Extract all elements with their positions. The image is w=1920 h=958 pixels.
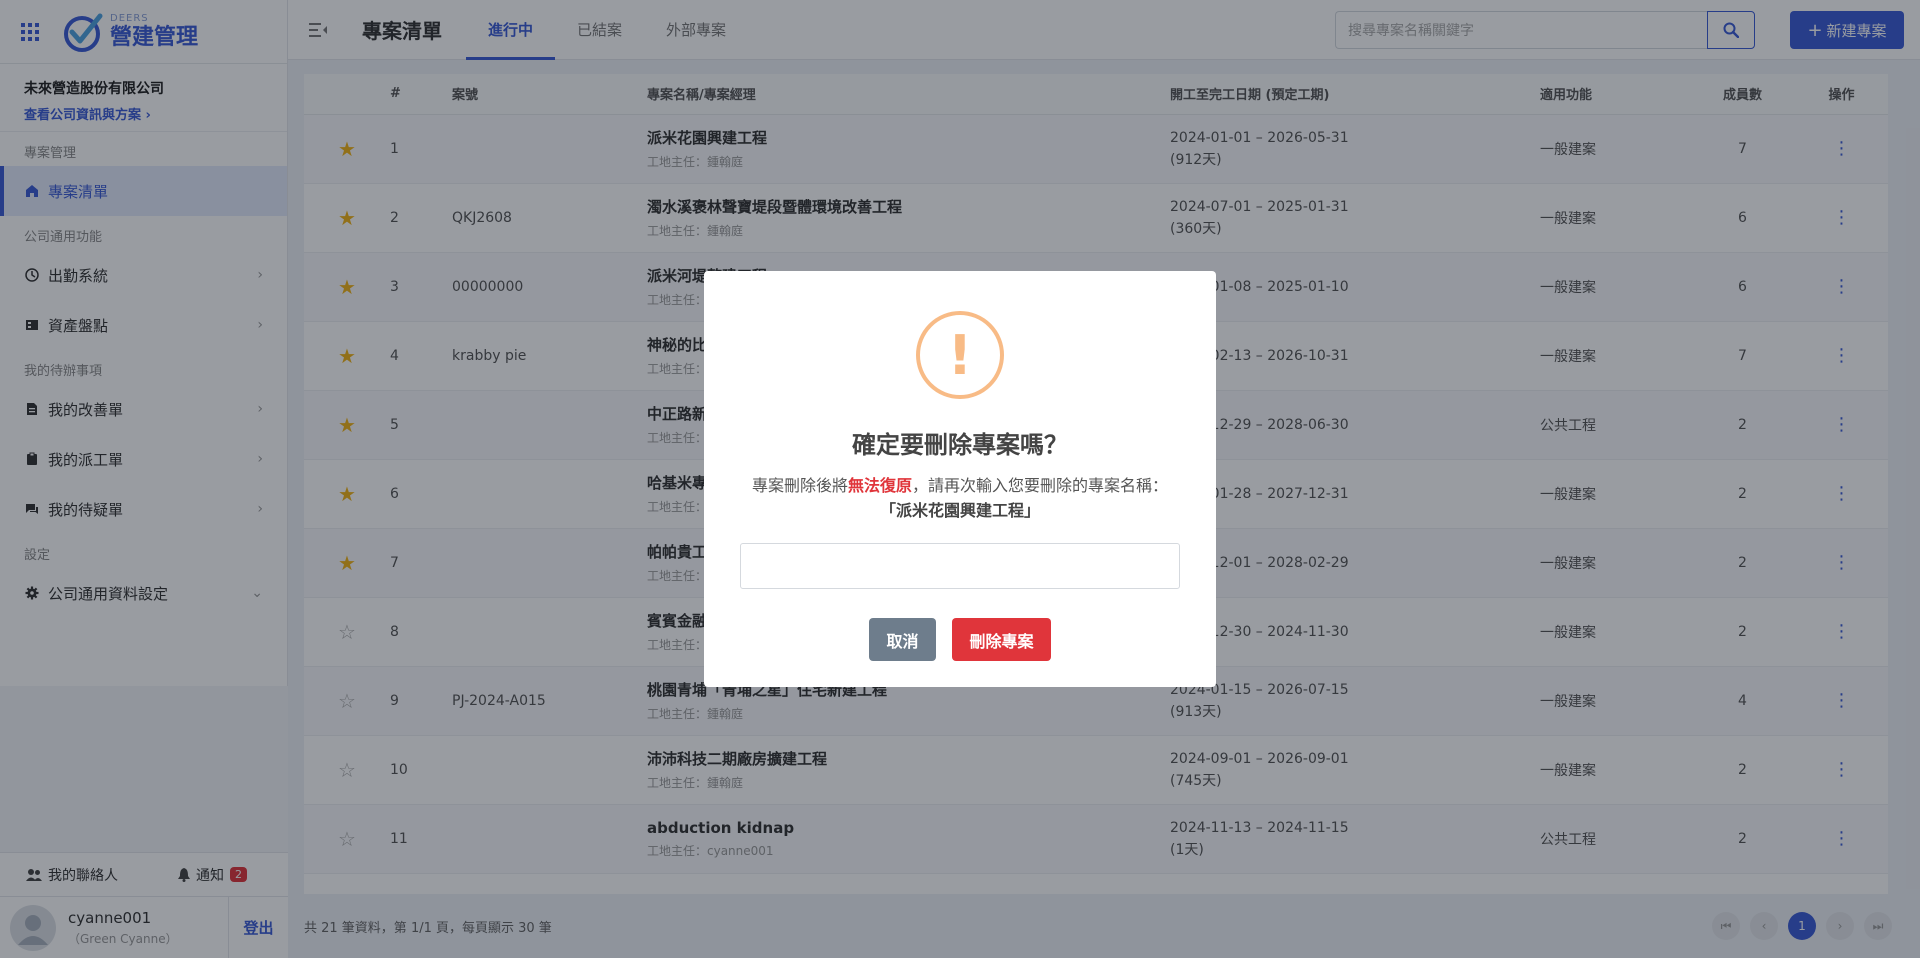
cancel-button[interactable]: 取消 [869, 618, 936, 661]
dialog-project-name: 「派米花園興建工程」 [879, 501, 1040, 520]
delete-project-button[interactable]: 刪除專案 [952, 618, 1051, 661]
dialog-message: 專案刪除後將無法復原，請再次輸入您要刪除的專案名稱： 「派米花園興建工程」 [724, 473, 1196, 523]
warning-icon: ! [916, 311, 1004, 399]
delete-confirm-dialog: ! 確定要刪除專案嗎？ 專案刪除後將無法復原，請再次輸入您要刪除的專案名稱： 「… [704, 271, 1216, 687]
dialog-title: 確定要刪除專案嗎？ [852, 431, 1068, 459]
dialog-message-before: 專案刪除後將 [751, 476, 848, 495]
confirm-project-name-input[interactable] [740, 543, 1180, 589]
dialog-message-after: ，請再次輸入您要刪除的專案名稱： [912, 476, 1169, 495]
dialog-message-danger: 無法復原 [847, 476, 912, 495]
